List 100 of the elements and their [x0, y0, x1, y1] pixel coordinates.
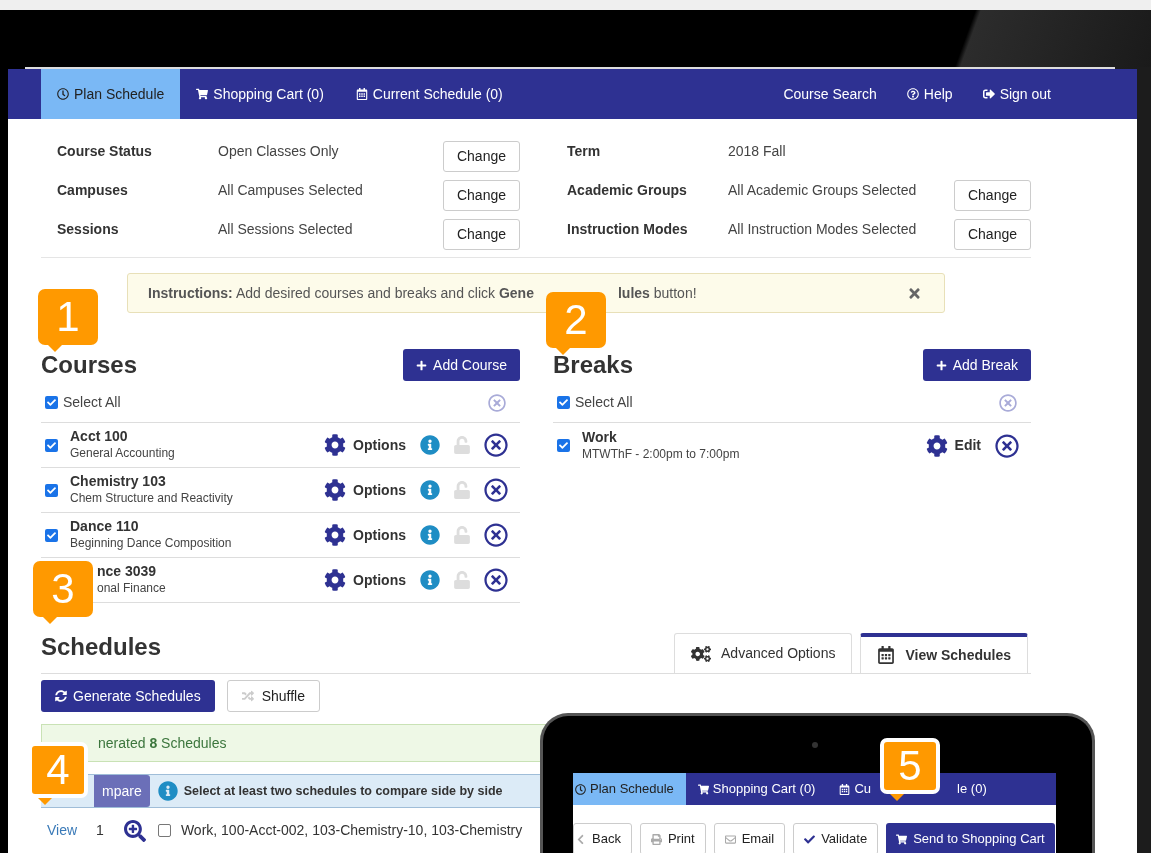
- filter-value: All Academic Groups Selected: [728, 180, 918, 200]
- result-text: nerated 8 Schedules: [98, 733, 227, 753]
- change-button[interactable]: Change: [954, 179, 1031, 211]
- remove-icon[interactable]: [995, 433, 1019, 458]
- section-heading: Schedules: [41, 632, 162, 662]
- gear-icon[interactable]: [324, 569, 347, 591]
- info-icon: [157, 781, 178, 801]
- nav-link[interactable]: Help: [906, 83, 953, 105]
- select-all-label[interactable]: Select All: [63, 392, 121, 413]
- camera-icon: [811, 742, 818, 748]
- item-description: General Accounting: [70, 445, 175, 462]
- checkbox[interactable]: [45, 438, 58, 452]
- plus-icon: [935, 359, 947, 371]
- filter-value: All Instruction Modes Selected: [728, 219, 918, 239]
- schedule-courses: Work, 100-Acct-002, 103-Chemistry-10, 103-Chemistry: [180, 821, 523, 840]
- nav-tab[interactable]: Plan Schedule: [573, 773, 686, 805]
- refresh-icon: [55, 690, 67, 702]
- filter-label: Campuses: [57, 180, 129, 200]
- number-callout: 5: [880, 738, 940, 801]
- info-icon[interactable]: [420, 480, 440, 500]
- number-callout: 3: [33, 561, 93, 624]
- change-button[interactable]: Change: [443, 140, 520, 172]
- instructions-text: lules button!: [617, 283, 697, 303]
- schedules-tab[interactable]: View Schedules: [860, 633, 1028, 673]
- cart-icon: [196, 88, 209, 100]
- compare-hint: Select at least two schedules to compare side by side: [183, 782, 503, 800]
- item-name: Work: [582, 428, 618, 446]
- item-action-link[interactable]: Edit: [954, 435, 981, 456]
- remove-icon[interactable]: [484, 568, 508, 592]
- shuffle-button[interactable]: Shuffle: [226, 680, 320, 712]
- info-icon[interactable]: [420, 435, 440, 455]
- item-description: onal Finance: [97, 580, 166, 597]
- item-name: Dance 110: [70, 518, 140, 535]
- add-button[interactable]: Add Break: [922, 349, 1031, 381]
- schedule-number: 1: [96, 821, 104, 840]
- info-icon[interactable]: [420, 525, 440, 545]
- calendar-icon: [355, 88, 368, 100]
- item-action-link[interactable]: Options: [353, 524, 406, 546]
- tab-label-fragment: le (0): [957, 780, 987, 799]
- item-description: MTWThF - 2:00pm to 7:00pm: [582, 445, 740, 463]
- nav-link[interactable]: Course Search: [783, 83, 877, 105]
- checkbox[interactable]: [45, 483, 58, 497]
- checkbox[interactable]: [557, 396, 570, 409]
- item-name: Acct 100: [70, 428, 129, 445]
- help-icon: [906, 88, 919, 100]
- plus-icon: [416, 359, 428, 371]
- gear-icon[interactable]: [925, 434, 948, 457]
- filter-label: Academic Groups: [567, 180, 688, 200]
- generate-button[interactable]: Generate Schedules: [41, 680, 215, 712]
- toolbar-button[interactable]: Validate: [793, 823, 879, 853]
- remove-icon[interactable]: [484, 433, 508, 457]
- toolbar-button[interactable]: Send to Shopping Cart: [886, 823, 1055, 853]
- compare-button[interactable]: mpare: [94, 775, 150, 807]
- close-icon[interactable]: [907, 285, 922, 301]
- nav-tab[interactable]: Shopping Cart (0): [685, 773, 828, 805]
- toolbar-button[interactable]: Back: [573, 823, 632, 853]
- gear-icon[interactable]: [324, 479, 347, 501]
- toolbar-button[interactable]: Print: [639, 823, 706, 853]
- nav-tab[interactable]: Current Schedule (0): [339, 69, 519, 119]
- gears-icon: [691, 644, 711, 663]
- nav-tab[interactable]: Shopping Cart (0): [180, 69, 340, 119]
- item-action-link[interactable]: Options: [353, 569, 406, 591]
- instructions-text: Instructions: Add desired courses and breaks and click Gene: [148, 283, 534, 303]
- select-all-label[interactable]: Select All: [575, 392, 633, 413]
- number-callout: 1: [38, 289, 98, 352]
- info-icon[interactable]: [420, 570, 440, 590]
- checkbox[interactable]: [45, 528, 58, 542]
- checkbox[interactable]: [45, 396, 58, 409]
- print-icon: [650, 833, 662, 845]
- nav-link[interactable]: Sign out: [982, 83, 1051, 105]
- change-button[interactable]: Change: [954, 218, 1031, 250]
- item-action-link[interactable]: Options: [353, 479, 406, 501]
- checkbox[interactable]: [557, 439, 570, 452]
- gear-icon[interactable]: [324, 524, 347, 546]
- remove-icon[interactable]: [484, 523, 508, 547]
- remove-icon[interactable]: [484, 478, 508, 502]
- nav-tab[interactable]: Plan Schedule: [41, 69, 181, 119]
- change-button[interactable]: Change: [443, 179, 520, 211]
- back-icon: [575, 833, 586, 845]
- clock-icon: [57, 88, 69, 100]
- item-action-link[interactable]: Options: [353, 434, 406, 456]
- section-heading: Courses: [41, 350, 138, 380]
- view-link[interactable]: View: [47, 820, 78, 841]
- gear-icon[interactable]: [324, 434, 347, 456]
- check-icon: [804, 833, 816, 845]
- checkbox[interactable]: [157, 824, 171, 837]
- clock-icon: [575, 783, 586, 795]
- calendar-icon: [839, 783, 851, 795]
- schedules-tab[interactable]: Advanced Options: [674, 633, 853, 673]
- shuffle-icon: [241, 690, 254, 702]
- change-button[interactable]: Change: [443, 218, 520, 250]
- toolbar-button[interactable]: Email: [713, 823, 786, 853]
- item-description: Chem Structure and Reactivity: [70, 490, 233, 507]
- item-name: nce 3039: [97, 563, 158, 580]
- item-name: Chemistry 103: [70, 473, 167, 490]
- add-button[interactable]: Add Course: [403, 349, 520, 381]
- filter-label: Sessions: [57, 219, 120, 239]
- filter-label: Term: [567, 141, 602, 161]
- number-callout: 2: [546, 292, 606, 355]
- zoom-in-icon[interactable]: [123, 819, 146, 842]
